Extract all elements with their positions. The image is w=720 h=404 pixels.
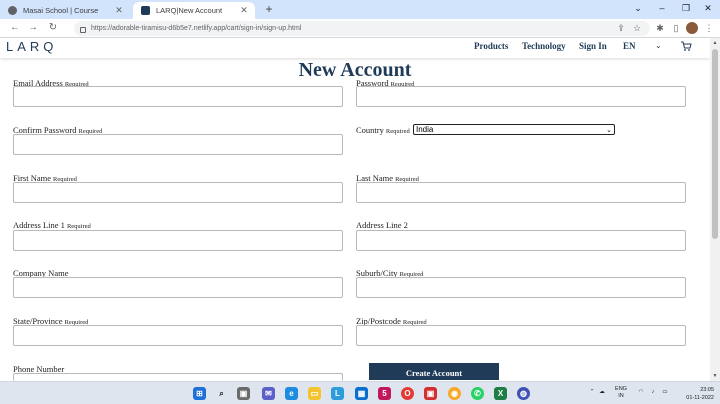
forward-arrow-icon[interactable]: →: [26, 21, 40, 35]
create-account-button[interactable]: Create Account: [369, 363, 499, 380]
browser-tab-strip: Masai School | Course ✕ LARQ|New Account…: [0, 0, 720, 19]
tab-title: LARQ|New Account: [156, 6, 223, 15]
larq-favicon-icon: [141, 6, 150, 15]
reload-icon[interactable]: ↻: [46, 21, 60, 35]
address2-label: Address Line 2: [356, 220, 408, 230]
extensions-puzzle-icon[interactable]: ✱: [654, 22, 666, 34]
windows-taskbar: ⊞ ⌕ ▣ ✉ e ▭ L ▦ 5 O ▣ ◉ ✆ X ◍ ⌃ ☁ ENG IN…: [0, 381, 720, 404]
close-icon[interactable]: ✕: [112, 5, 126, 16]
share-icon[interactable]: ⇪: [615, 21, 627, 35]
nav-sign-in[interactable]: Sign In: [579, 41, 607, 51]
app-circle-icon[interactable]: ◍: [517, 387, 530, 400]
mail-badge: 5: [382, 389, 387, 398]
last-name-field[interactable]: [356, 182, 686, 203]
chrome-icon[interactable]: ◉: [448, 387, 461, 400]
phone-field[interactable]: [13, 373, 343, 381]
page-title: New Account: [298, 59, 412, 81]
excel-icon[interactable]: X: [494, 387, 507, 400]
windows-start-icon[interactable]: ⊞: [193, 387, 206, 400]
back-arrow-icon[interactable]: ←: [8, 21, 22, 35]
url-text: https://adorable-tiramisu-d6b5e7.netlify…: [91, 25, 302, 32]
address1-field[interactable]: [13, 230, 343, 251]
chevron-down-icon[interactable]: ⌄: [655, 41, 662, 50]
tab-title: Masai School | Course: [23, 6, 99, 15]
password-field[interactable]: [356, 86, 686, 107]
lock-icon: [80, 26, 86, 33]
volume-icon[interactable]: ♪: [649, 389, 657, 396]
language-selector[interactable]: EN: [623, 41, 636, 51]
task-view-icon[interactable]: ▣: [237, 387, 250, 400]
country-label: Country Required: [356, 125, 410, 135]
language-indicator[interactable]: ENG IN: [612, 386, 630, 400]
cart-icon[interactable]: [680, 40, 692, 52]
mail-icon[interactable]: 5: [378, 387, 391, 400]
teams-chat-icon[interactable]: ✉: [262, 387, 275, 400]
taskbar-clock[interactable]: 23:05 01-11-2022: [678, 386, 714, 402]
search-icon[interactable]: ⌕: [215, 387, 228, 400]
onedrive-icon[interactable]: ☁: [598, 389, 606, 396]
clock-date: 01-11-2022: [686, 395, 714, 401]
scrollbar-thumb[interactable]: [712, 49, 718, 239]
country-selected-value: India: [416, 125, 434, 134]
new-tab-icon[interactable]: +: [262, 2, 276, 17]
nav-products[interactable]: Products: [474, 41, 508, 51]
city-field[interactable]: [356, 277, 686, 298]
file-explorer-icon[interactable]: ▭: [308, 387, 321, 400]
chevron-up-icon[interactable]: ⌃: [588, 389, 596, 396]
larq-logo[interactable]: LARQ: [6, 39, 57, 54]
opera-icon[interactable]: O: [401, 387, 414, 400]
close-window-icon[interactable]: ✕: [700, 1, 716, 16]
confirm-password-field[interactable]: [13, 134, 343, 155]
state-field[interactable]: [13, 325, 343, 346]
first-name-field[interactable]: [13, 182, 343, 203]
address2-field[interactable]: [356, 230, 686, 251]
address-bar[interactable]: https://adorable-tiramisu-d6b5e7.netlify…: [74, 21, 650, 36]
address1-label: Address Line 1 Required: [13, 220, 91, 230]
office-icon[interactable]: ▣: [424, 387, 437, 400]
zip-field[interactable]: [356, 325, 686, 346]
company-field[interactable]: [13, 277, 343, 298]
profile-avatar[interactable]: [686, 22, 698, 34]
tab-larq-new-account[interactable]: LARQ|New Account ✕: [133, 2, 255, 19]
store-icon[interactable]: ▦: [355, 387, 368, 400]
bookmark-star-icon[interactable]: ☆: [631, 21, 643, 35]
chevron-down-icon[interactable]: ⌄: [630, 1, 646, 16]
tab-masai-school[interactable]: Masai School | Course ✕: [0, 2, 130, 19]
minimize-icon[interactable]: –: [654, 1, 670, 16]
scroll-down-icon[interactable]: ▼: [711, 373, 719, 379]
whatsapp-icon[interactable]: ✆: [471, 387, 484, 400]
chevron-down-icon: ⌄: [606, 126, 612, 134]
wifi-icon[interactable]: ◠: [637, 389, 645, 396]
clock-time: 23:05: [700, 387, 714, 393]
browser-toolbar: ← → ↻ https://adorable-tiramisu-d6b5e7.n…: [0, 19, 720, 38]
country-select[interactable]: India ⌄: [413, 124, 615, 135]
site-header: LARQ Products Technology Sign In EN ⌄: [0, 38, 710, 58]
battery-icon[interactable]: ▭: [661, 389, 669, 396]
masai-favicon-icon: [8, 6, 17, 15]
scroll-up-icon[interactable]: ▲: [711, 40, 719, 46]
menu-kebab-icon[interactable]: ⋮: [703, 22, 715, 34]
close-icon[interactable]: ✕: [237, 5, 251, 16]
nav-technology[interactable]: Technology: [522, 41, 566, 51]
edge-icon[interactable]: e: [285, 387, 298, 400]
sidebar-icon[interactable]: ▯: [670, 22, 682, 34]
app-l-icon[interactable]: L: [331, 387, 344, 400]
restore-icon[interactable]: ❐: [678, 1, 694, 16]
email-field[interactable]: [13, 86, 343, 107]
